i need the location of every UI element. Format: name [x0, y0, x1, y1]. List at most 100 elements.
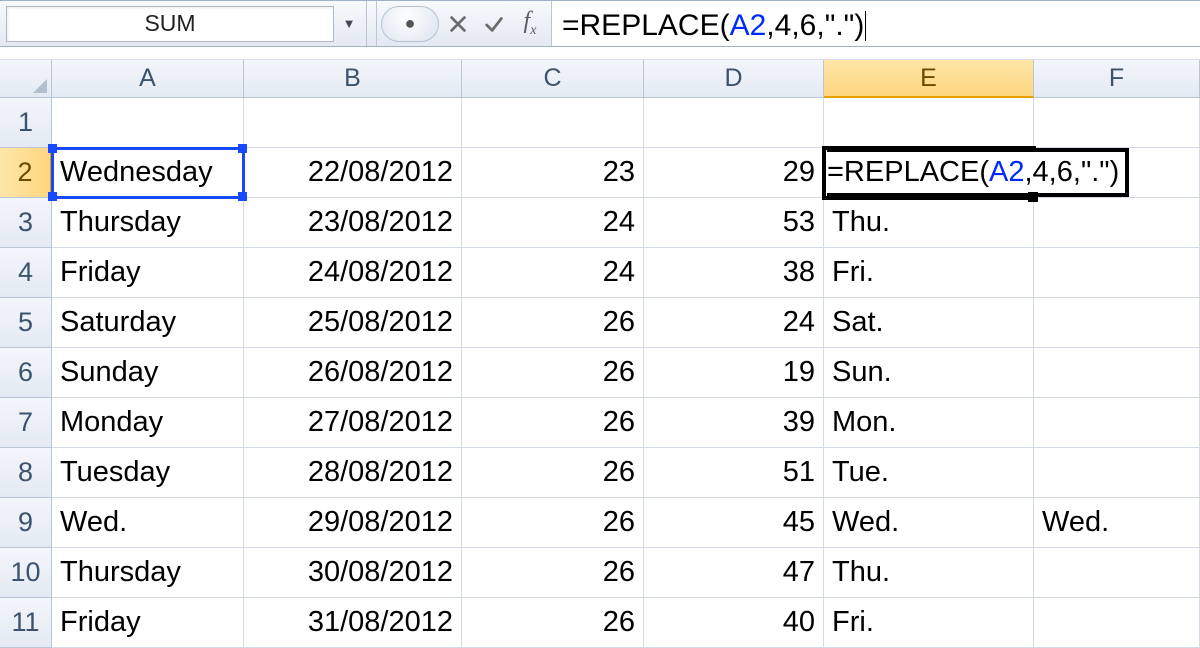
cell-C5[interactable]: 26 [462, 298, 644, 348]
cell-C2[interactable]: 23 [462, 148, 644, 198]
cell-E4[interactable]: Fri. [824, 248, 1034, 298]
cell-C3[interactable]: 24 [462, 198, 644, 248]
name-box[interactable]: SUM [6, 6, 334, 42]
column-header-A[interactable]: A [52, 60, 244, 98]
cell-A4[interactable]: Friday [52, 248, 244, 298]
spreadsheet-grid: ABCDEF 12Wednesday22/08/20122329=REPLACE(… [0, 60, 1200, 648]
formula-input[interactable]: =REPLACE(A2,4,6,".") [552, 1, 1200, 46]
cell-B9[interactable]: 29/08/2012 [244, 498, 462, 548]
insert-function-icon[interactable]: fx [513, 7, 547, 41]
cell-C9[interactable]: 26 [462, 498, 644, 548]
cell-D4[interactable]: 38 [644, 248, 824, 298]
row-header-3[interactable]: 3 [0, 198, 52, 248]
cell-B1[interactable] [244, 98, 462, 148]
cell-E3[interactable]: Thu. [824, 198, 1034, 248]
cell-D11[interactable]: 40 [644, 598, 824, 648]
formula-token: A2 [730, 9, 767, 43]
cell-F8[interactable] [1034, 448, 1200, 498]
cell-B4[interactable]: 24/08/2012 [244, 248, 462, 298]
text-cursor [865, 11, 866, 41]
row-header-7[interactable]: 7 [0, 398, 52, 448]
cell-E6[interactable]: Sun. [824, 348, 1034, 398]
cell-D10[interactable]: 47 [644, 548, 824, 598]
cell-B6[interactable]: 26/08/2012 [244, 348, 462, 398]
formula-token: 6 [800, 9, 817, 43]
formula-token: ) [854, 9, 864, 43]
cell-A5[interactable]: Saturday [52, 298, 244, 348]
cell-C7[interactable]: 26 [462, 398, 644, 448]
cell-B11[interactable]: 31/08/2012 [244, 598, 462, 648]
cell-E7[interactable]: Mon. [824, 398, 1034, 448]
cell-D2[interactable]: 29 [644, 148, 824, 198]
cell-E11[interactable]: Fri. [824, 598, 1034, 648]
enter-formula-icon[interactable] [477, 7, 511, 41]
cell-E2[interactable]: =REPLACE(A2,4,6,".") [824, 148, 1034, 198]
column-header-C[interactable]: C [462, 60, 644, 98]
row-header-9[interactable]: 9 [0, 498, 52, 548]
cell-B5[interactable]: 25/08/2012 [244, 298, 462, 348]
cell-A8[interactable]: Tuesday [52, 448, 244, 498]
name-box-dropdown-icon[interactable]: ▼ [338, 16, 360, 31]
formula-bar-handle: ● [381, 6, 439, 42]
column-header-D[interactable]: D [644, 60, 824, 98]
cell-A7[interactable]: Monday [52, 398, 244, 448]
row-header-2[interactable]: 2 [0, 148, 52, 198]
cell-D6[interactable]: 19 [644, 348, 824, 398]
cell-C8[interactable]: 26 [462, 448, 644, 498]
cell-D1[interactable] [644, 98, 824, 148]
cell-F10[interactable] [1034, 548, 1200, 598]
row-header-11[interactable]: 11 [0, 598, 52, 648]
cell-E10[interactable]: Thu. [824, 548, 1034, 598]
cell-B8[interactable]: 28/08/2012 [244, 448, 462, 498]
cell-A10[interactable]: Thursday [52, 548, 244, 598]
cell-F7[interactable] [1034, 398, 1200, 448]
cell-D7[interactable]: 39 [644, 398, 824, 448]
column-header-B[interactable]: B [244, 60, 462, 98]
cell-B2[interactable]: 22/08/2012 [244, 148, 462, 198]
cell-A1[interactable] [52, 98, 244, 148]
cell-D8[interactable]: 51 [644, 448, 824, 498]
cell-B3[interactable]: 23/08/2012 [244, 198, 462, 248]
cell-A6[interactable]: Sunday [52, 348, 244, 398]
cell-C4[interactable]: 24 [462, 248, 644, 298]
formula-token: 4 [775, 9, 792, 43]
cell-C11[interactable]: 26 [462, 598, 644, 648]
fill-handle[interactable] [1028, 192, 1038, 202]
cell-C1[interactable] [462, 98, 644, 148]
column-header-F[interactable]: F [1034, 60, 1200, 98]
row-header-4[interactable]: 4 [0, 248, 52, 298]
cell-editor[interactable]: =REPLACE(A2,4,6,".") [827, 148, 1129, 197]
cell-E5[interactable]: Sat. [824, 298, 1034, 348]
cell-F6[interactable] [1034, 348, 1200, 398]
cell-F11[interactable] [1034, 598, 1200, 648]
cell-A11[interactable]: Friday [52, 598, 244, 648]
cell-F4[interactable] [1034, 248, 1200, 298]
cell-F9[interactable]: Wed. [1034, 498, 1200, 548]
row-header-8[interactable]: 8 [0, 448, 52, 498]
cell-F5[interactable] [1034, 298, 1200, 348]
cell-B7[interactable]: 27/08/2012 [244, 398, 462, 448]
cancel-formula-icon[interactable] [441, 7, 475, 41]
cell-F1[interactable] [1034, 98, 1200, 148]
select-all-corner[interactable] [0, 60, 52, 98]
cell-E1[interactable] [824, 98, 1034, 148]
cell-A2[interactable]: Wednesday [52, 148, 244, 198]
formula-bar-buttons: ● fx [377, 1, 552, 46]
row-header-6[interactable]: 6 [0, 348, 52, 398]
cell-E9[interactable]: Wed. [824, 498, 1034, 548]
formula-bar-separator [367, 1, 377, 46]
cell-D3[interactable]: 53 [644, 198, 824, 248]
cell-A3[interactable]: Thursday [52, 198, 244, 248]
cell-D5[interactable]: 24 [644, 298, 824, 348]
cell-D9[interactable]: 45 [644, 498, 824, 548]
row-header-1[interactable]: 1 [0, 98, 52, 148]
cell-B10[interactable]: 30/08/2012 [244, 548, 462, 598]
cell-C10[interactable]: 26 [462, 548, 644, 598]
cell-C6[interactable]: 26 [462, 348, 644, 398]
row-header-5[interactable]: 5 [0, 298, 52, 348]
row-header-10[interactable]: 10 [0, 548, 52, 598]
column-header-E[interactable]: E [824, 60, 1034, 98]
cell-E8[interactable]: Tue. [824, 448, 1034, 498]
cell-F3[interactable] [1034, 198, 1200, 248]
cell-A9[interactable]: Wed. [52, 498, 244, 548]
